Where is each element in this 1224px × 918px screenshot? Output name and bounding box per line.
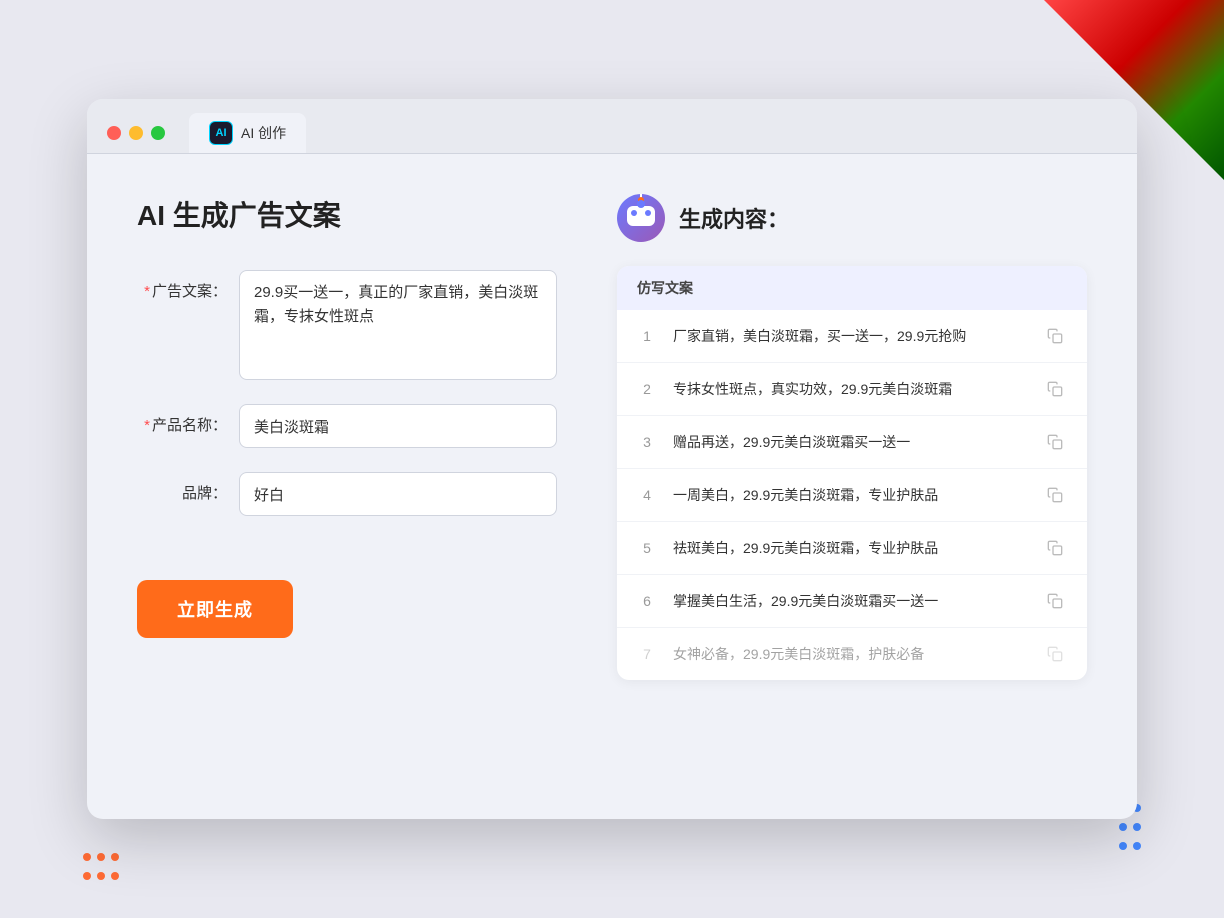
- row-number: 4: [637, 487, 657, 503]
- browser-window: AI AI 创作 AI 生成广告文案 *广告文案： *产品名称：: [87, 99, 1137, 819]
- row-number: 3: [637, 434, 657, 450]
- row-number: 2: [637, 381, 657, 397]
- row-text: 祛斑美白，29.9元美白淡斑霜，专业护肤品: [673, 538, 1027, 559]
- product-name-input[interactable]: [239, 404, 557, 448]
- table-row: 4 一周美白，29.9元美白淡斑霜，专业护肤品: [617, 469, 1087, 522]
- traffic-lights: [107, 126, 165, 140]
- ad-copy-input[interactable]: [239, 270, 557, 380]
- right-panel: 生成内容： 仿写文案 1 厂家直销，美白淡斑霜，买一送一，29.9元抢购 2 专抹女性…: [617, 194, 1087, 754]
- brand-label: 品牌：: [137, 472, 227, 503]
- row-text: 专抹女性斑点，真实功效，29.9元美白淡斑霜: [673, 379, 1027, 400]
- row-text: 厂家直销，美白淡斑霜，买一送一，29.9元抢购: [673, 326, 1027, 347]
- copy-icon[interactable]: [1043, 642, 1067, 666]
- ad-copy-label: *广告文案：: [137, 270, 227, 301]
- title-bar: AI AI 创作: [87, 99, 1137, 154]
- results-list: 1 厂家直销，美白淡斑霜，买一送一，29.9元抢购 2 专抹女性斑点，真实功效，29.…: [617, 310, 1087, 680]
- robot-icon: [617, 194, 665, 242]
- close-button[interactable]: [107, 126, 121, 140]
- copy-icon[interactable]: [1043, 483, 1067, 507]
- row-text: 掌握美白生活，29.9元美白淡斑霜买一送一: [673, 591, 1027, 612]
- copy-icon[interactable]: [1043, 377, 1067, 401]
- copy-icon[interactable]: [1043, 536, 1067, 560]
- table-row: 1 厂家直销，美白淡斑霜，买一送一，29.9元抢购: [617, 310, 1087, 363]
- decorative-dots-bottom: [80, 850, 122, 888]
- copy-icon[interactable]: [1043, 589, 1067, 613]
- table-row: 5 祛斑美白，29.9元美白淡斑霜，专业护肤品: [617, 522, 1087, 575]
- table-row: 7 女神必备，29.9元美白淡斑霜，护肤必备: [617, 628, 1087, 680]
- table-row: 3 赠品再送，29.9元美白淡斑霜买一送一: [617, 416, 1087, 469]
- row-text: 一周美白，29.9元美白淡斑霜，专业护肤品: [673, 485, 1027, 506]
- maximize-button[interactable]: [151, 126, 165, 140]
- minimize-button[interactable]: [129, 126, 143, 140]
- table-row: 6 掌握美白生活，29.9元美白淡斑霜买一送一: [617, 575, 1087, 628]
- copy-icon[interactable]: [1043, 324, 1067, 348]
- row-number: 7: [637, 646, 657, 662]
- row-number: 1: [637, 328, 657, 344]
- brand-input[interactable]: [239, 472, 557, 516]
- copy-icon[interactable]: [1043, 430, 1067, 454]
- left-panel: AI 生成广告文案 *广告文案： *产品名称： 品牌： 立: [137, 194, 557, 754]
- tab-label: AI 创作: [241, 123, 286, 143]
- product-name-label: *产品名称：: [137, 404, 227, 435]
- brand-group: 品牌：: [137, 472, 557, 516]
- ai-tab[interactable]: AI AI 创作: [189, 113, 306, 153]
- page-title: AI 生成广告文案: [137, 194, 557, 234]
- row-number: 5: [637, 540, 657, 556]
- main-content: AI 生成广告文案 *广告文案： *产品名称： 品牌： 立: [87, 154, 1137, 794]
- ad-copy-group: *广告文案：: [137, 270, 557, 380]
- generate-button[interactable]: 立即生成: [137, 580, 293, 638]
- result-title: 生成内容：: [679, 202, 789, 234]
- table-row: 2 专抹女性斑点，真实功效，29.9元美白淡斑霜: [617, 363, 1087, 416]
- product-name-group: *产品名称：: [137, 404, 557, 448]
- ai-tab-icon: AI: [209, 121, 233, 145]
- result-header: 生成内容：: [617, 194, 1087, 242]
- row-text: 女神必备，29.9元美白淡斑霜，护肤必备: [673, 644, 1027, 665]
- row-number: 6: [637, 593, 657, 609]
- results-table: 仿写文案 1 厂家直销，美白淡斑霜，买一送一，29.9元抢购 2 专抹女性斑点，真实功…: [617, 266, 1087, 680]
- row-text: 赠品再送，29.9元美白淡斑霜买一送一: [673, 432, 1027, 453]
- table-header: 仿写文案: [617, 266, 1087, 310]
